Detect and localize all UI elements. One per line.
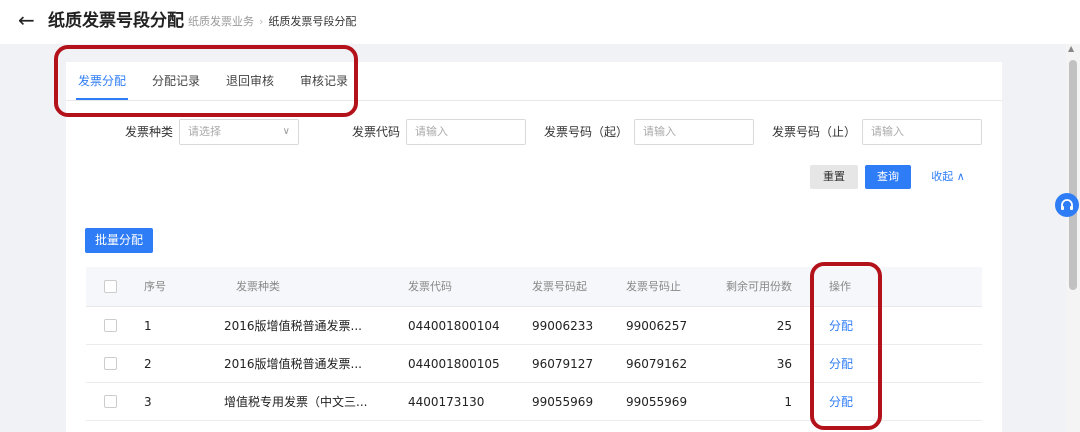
invoice-code-placeholder: 请输入 xyxy=(415,125,448,138)
row-number-end: 99006257 xyxy=(626,319,688,333)
scroll-up-icon[interactable]: ▲ xyxy=(1068,44,1074,54)
scrollbar-thumb[interactable] xyxy=(1069,60,1077,290)
breadcrumb-item-current: 纸质发票号段分配 xyxy=(268,15,357,28)
row-checkbox[interactable] xyxy=(104,395,117,408)
invoice-type-label: 发票种类 xyxy=(124,125,173,139)
collapse-button[interactable]: 收起 ∧ xyxy=(922,165,974,189)
row-number-end: 99055969 xyxy=(626,395,688,409)
invoice-number-end-input[interactable]: 请输入 xyxy=(862,119,982,145)
reset-button[interactable]: 重置 xyxy=(810,165,858,189)
breadcrumb-separator: › xyxy=(259,15,264,28)
breadcrumb-item-paper-invoice-business[interactable]: 纸质发票业务 xyxy=(188,15,254,28)
header-number-start: 发票号码起 xyxy=(532,280,587,293)
breadcrumb: 纸质发票业务 › 纸质发票号段分配 xyxy=(188,14,356,30)
header-index: 序号 xyxy=(144,280,166,293)
arrow-left-icon[interactable]: ← xyxy=(18,8,35,32)
invoice-type-placeholder: 请选择 xyxy=(188,125,221,138)
header-number-end: 发票号码止 xyxy=(626,280,681,293)
row-checkbox[interactable] xyxy=(104,319,117,332)
invoice-code-label: 发票代码 xyxy=(351,125,400,139)
row-number-start: 99006233 xyxy=(532,319,594,333)
header-invoice-code: 发票代码 xyxy=(408,280,452,293)
row-number-start: 99055969 xyxy=(532,395,594,409)
row-index: 3 xyxy=(144,395,152,409)
row-invoice-code: 044001800104 xyxy=(408,319,500,333)
invoice-number-start-placeholder: 请输入 xyxy=(643,125,676,138)
top-bar: ← 纸质发票号段分配 纸质发票业务 › 纸质发票号段分配 xyxy=(0,0,1080,44)
invoice-type-select[interactable]: 请选择 ∨ xyxy=(179,119,299,145)
row-invoice-code: 4400173130 xyxy=(408,395,485,409)
row-index: 2 xyxy=(144,357,152,371)
annotation-box-tabs xyxy=(54,45,358,117)
invoice-number-end-label: 发票号码（止） xyxy=(771,125,856,139)
query-button[interactable]: 查询 xyxy=(865,165,911,189)
annotation-box-actions xyxy=(810,262,882,430)
chevron-down-icon: ∨ xyxy=(282,126,290,137)
page-title: 纸质发票号段分配 xyxy=(48,11,184,31)
row-checkbox[interactable] xyxy=(104,357,117,370)
row-index: 1 xyxy=(144,319,152,333)
invoice-number-start-input[interactable]: 请输入 xyxy=(634,119,754,145)
batch-allocate-button[interactable]: 批量分配 xyxy=(85,228,153,253)
row-number-start: 96079127 xyxy=(532,357,594,371)
row-invoice-type: 增值税专用发票（中文三... xyxy=(224,395,368,409)
row-invoice-type: 2016版增值税普通发票... xyxy=(224,319,362,333)
customer-service-button[interactable] xyxy=(1055,193,1079,217)
headset-icon xyxy=(1061,199,1073,210)
header-invoice-type: 发票种类 xyxy=(236,280,280,293)
row-invoice-code: 044001800105 xyxy=(408,357,500,371)
invoice-number-start-label: 发票号码（起） xyxy=(543,125,628,139)
select-all-checkbox[interactable] xyxy=(104,280,117,293)
invoice-number-end-placeholder: 请输入 xyxy=(871,125,904,138)
row-remaining: 25 xyxy=(776,319,792,333)
row-number-end: 96079162 xyxy=(626,357,688,371)
row-invoice-type: 2016版增值税普通发票... xyxy=(224,357,362,371)
row-remaining: 1 xyxy=(784,395,792,409)
header-remaining: 剩余可用份数 xyxy=(726,280,792,293)
row-remaining: 36 xyxy=(776,357,792,371)
invoice-code-input[interactable]: 请输入 xyxy=(406,119,526,145)
